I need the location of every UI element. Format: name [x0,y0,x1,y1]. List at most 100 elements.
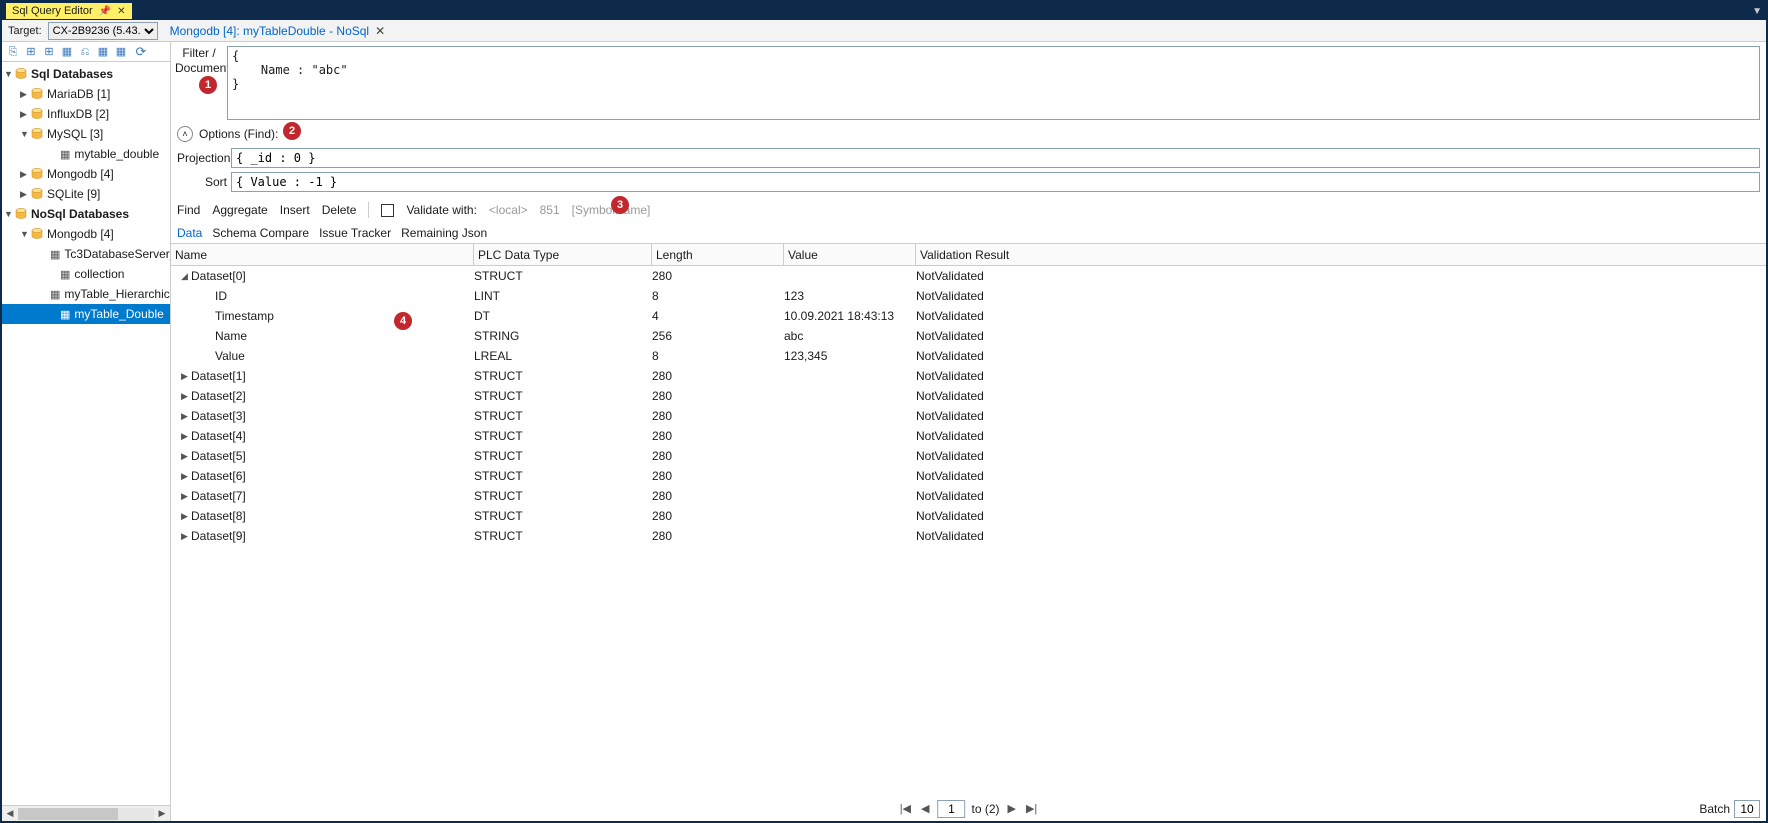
table-row[interactable]: NameSTRING256abcNotValidated [171,326,1766,346]
delete-button[interactable]: Delete [322,203,357,217]
table-row[interactable]: ▶ Dataset[3]STRUCT280NotValidated [171,406,1766,426]
validate-checkbox[interactable] [381,204,394,217]
toolbar-icon-1[interactable]: ⎘ [6,45,20,59]
pager-prev-icon[interactable]: ◀ [919,802,931,815]
toolbar-icon-4[interactable]: ▦ [60,45,74,59]
projection-label: Projection [177,151,227,165]
tab-data[interactable]: Data [177,226,202,243]
find-button[interactable]: Find [177,203,200,217]
table-row[interactable]: ◢ Dataset[0]STRUCT280NotValidated [171,266,1766,286]
filter-document-input[interactable]: { Name : "abc" } [227,46,1760,120]
scroll-thumb[interactable] [18,808,118,820]
sort-input[interactable] [231,172,1760,192]
action-row: Find Aggregate Insert Delete Validate wi… [171,194,1766,222]
target-select[interactable]: CX-2B9236 (5.43.146. [48,22,158,40]
document-tab[interactable]: Mongodb [4]: myTableDouble - NoSql ✕ [170,24,386,38]
data-grid: Name PLC Data Type Length Value Validati… [171,244,1766,795]
table-row[interactable]: ▶ Dataset[1]STRUCT280NotValidated [171,366,1766,386]
main-panel: Filter / Document { Name : "abc" } 1 ˄ O… [171,42,1766,821]
pager-last-icon[interactable]: ▶| [1024,802,1039,815]
annotation-badge-1: 1 [199,76,217,94]
sql-databases-node[interactable]: ▼Sql Databases [2,64,170,84]
pin-icon[interactable]: 📌 [99,6,111,17]
validate-hint-851: 851 [540,203,560,217]
options-row: ˄ Options (Find): 2 [171,122,1766,146]
title-bar: Sql Query Editor 📌 ✕ ▼ [2,2,1766,20]
tree-item[interactable]: ▶SQLite [9] [2,184,170,204]
tab-schema-compare[interactable]: Schema Compare [212,226,309,243]
projection-row: Projection [171,146,1766,170]
table-row[interactable]: ▶ Dataset[8]STRUCT280NotValidated [171,506,1766,526]
scroll-track[interactable] [18,808,154,820]
aggregate-button[interactable]: Aggregate [212,203,267,217]
col-length[interactable]: Length [652,244,784,265]
tree-item[interactable]: ▼MySQL [3] [2,124,170,144]
col-name[interactable]: Name [171,244,474,265]
validate-label: Validate with: [406,203,476,217]
document-tab-close-icon[interactable]: ✕ [375,24,385,38]
toolbar-icon-2[interactable]: ⊞ [24,45,38,59]
batch-label: Batch [1699,802,1730,816]
table-row[interactable]: ▶ Dataset[6]STRUCT280NotValidated [171,466,1766,486]
sidebar-hscroll[interactable]: ◀ ▶ [2,805,170,821]
toolbar-icon-7[interactable]: ▦ [114,45,128,59]
window-dropdown-icon[interactable]: ▼ [1752,6,1762,17]
options-expander-icon[interactable]: ˄ [177,126,193,142]
pager: |◀ ◀ to (2) ▶ ▶| Batch [171,795,1766,821]
table-row[interactable]: ValueLREAL8123,345NotValidated [171,346,1766,366]
target-bar: Target: CX-2B9236 (5.43.146. Mongodb [4]… [2,20,1766,42]
nosql-databases-node[interactable]: ▼NoSql Databases [2,204,170,224]
annotation-badge-4: 4 [394,312,412,330]
pager-of-label: to (2) [971,802,999,816]
tree-item[interactable]: ▶MariaDB [1] [2,84,170,104]
tab-remaining-json[interactable]: Remaining Json [401,226,487,243]
options-label: Options (Find): [199,127,278,141]
document-tab-label: Mongodb [4]: myTableDouble - NoSql [170,24,369,38]
pager-first-icon[interactable]: |◀ [898,802,913,815]
sort-label: Sort [177,175,227,189]
grid-header: Name PLC Data Type Length Value Validati… [171,244,1766,266]
col-validation[interactable]: Validation Result [916,244,1766,265]
editor-tab[interactable]: Sql Query Editor 📌 ✕ [6,3,132,19]
tree-item[interactable]: ▶InfluxDB [2] [2,104,170,124]
close-icon[interactable]: ✕ [117,6,125,17]
tree-item[interactable]: ▦mytable_double [2,144,170,164]
table-row[interactable]: ▶ Dataset[4]STRUCT280NotValidated [171,426,1766,446]
annotation-badge-3: 3 [611,196,629,214]
toolbar-icon-6[interactable]: ▦ [96,45,110,59]
data-tabs: Data Schema Compare Issue Tracker Remain… [171,222,1766,244]
refresh-icon[interactable]: ⟳ [134,45,148,59]
col-value[interactable]: Value [784,244,916,265]
tree-item[interactable]: ▦myTable_Double [2,304,170,324]
pager-page-input[interactable] [937,800,965,818]
validate-hint-local: <local> [489,203,528,217]
table-row[interactable]: ▶ Dataset[5]STRUCT280NotValidated [171,446,1766,466]
tree-item[interactable]: ▶Mongodb [4] [2,164,170,184]
table-row[interactable]: ▶ Dataset[2]STRUCT280NotValidated [171,386,1766,406]
batch-input[interactable] [1734,800,1760,818]
toolbar-icon-5[interactable]: ⎌ [78,45,92,59]
sidebar-toolbar: ⎘ ⊞ ⊞ ▦ ⎌ ▦ ▦ ⟳ [2,42,170,62]
projection-input[interactable] [231,148,1760,168]
editor-tab-title: Sql Query Editor [12,5,93,17]
tree-item[interactable]: ▦Tc3DatabaseServer_Meta [2,244,170,264]
col-type[interactable]: PLC Data Type [474,244,652,265]
table-row[interactable]: IDLINT8123NotValidated [171,286,1766,306]
table-row[interactable]: ▶ Dataset[7]STRUCT280NotValidated [171,486,1766,506]
pager-next-icon[interactable]: ▶ [1006,802,1018,815]
annotation-badge-2: 2 [283,122,301,140]
database-tree: ▼Sql Databases▶MariaDB [1]▶InfluxDB [2]▼… [2,62,170,805]
toolbar-icon-3[interactable]: ⊞ [42,45,56,59]
scroll-left-icon[interactable]: ◀ [2,808,18,819]
scroll-right-icon[interactable]: ▶ [154,808,170,819]
insert-button[interactable]: Insert [280,203,310,217]
table-row[interactable]: ▶ Dataset[9]STRUCT280NotValidated [171,526,1766,546]
filter-area: Filter / Document { Name : "abc" } 1 [171,42,1766,122]
database-sidebar: ⎘ ⊞ ⊞ ▦ ⎌ ▦ ▦ ⟳ ▼Sql Databases▶MariaDB [… [2,42,171,821]
sort-row: Sort [171,170,1766,194]
tree-item[interactable]: ▼Mongodb [4] [2,224,170,244]
tree-item[interactable]: ▦myTable_Hierarchical [2,284,170,304]
target-label: Target: [8,25,42,37]
tab-issue-tracker[interactable]: Issue Tracker [319,226,391,243]
tree-item[interactable]: ▦collection [2,264,170,284]
